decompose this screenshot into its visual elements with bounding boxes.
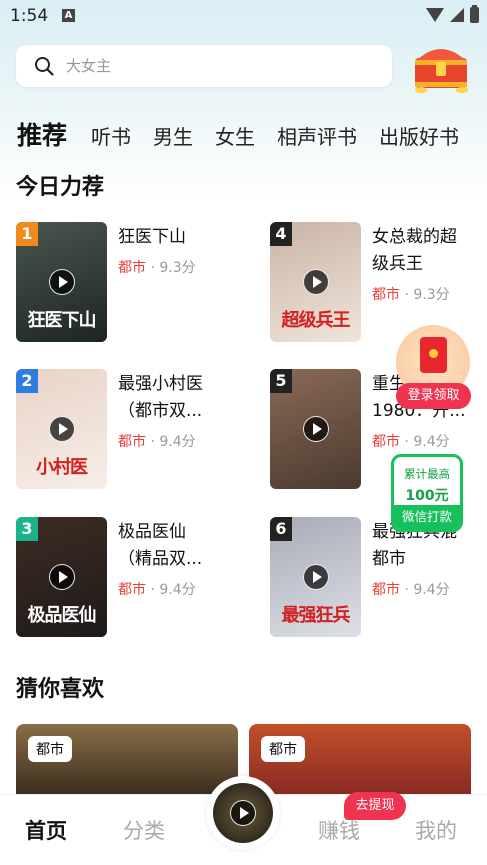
rank-badge: 2 <box>16 369 38 393</box>
play-icon <box>49 269 75 295</box>
book-cover[interactable]: 3 极品医仙 <box>16 517 107 637</box>
rank-badge: 5 <box>270 369 292 393</box>
cover-title: 极品医仙 <box>27 605 97 626</box>
category-tabs: 推荐 听书 男生 女生 相声评书 出版好书 <box>17 116 481 152</box>
tab-published[interactable]: 出版好书 <box>379 121 459 150</box>
nav-home[interactable]: 首页 <box>25 815 67 845</box>
book-item[interactable]: 6 最强狂兵 最强狂兵混 都市 都市 · 9.4分 <box>270 517 487 639</box>
book-cover[interactable]: 1 狂医下山 <box>16 222 107 342</box>
payout-caption: 累计最高 <box>404 467 450 481</box>
search-input[interactable] <box>66 45 366 87</box>
book-title: 女总裁的超 级兵王 <box>372 224 477 278</box>
book-category: 都市 <box>372 582 400 598</box>
section-title-guess: 猜你喜欢 <box>16 677 105 702</box>
nav-mine[interactable]: 我的 <box>415 815 457 845</box>
book-category: 都市 <box>118 582 146 598</box>
cover-title: 超级兵王 <box>281 310 351 331</box>
treasure-chest-icon[interactable] <box>412 42 470 94</box>
book-meta: 都市 · 9.4分 <box>372 579 450 599</box>
battery-icon <box>470 5 479 23</box>
payout-amount: 100元 <box>405 488 449 504</box>
book-title-line1: 狂医下山 <box>118 227 186 247</box>
book-category: 都市 <box>118 434 146 450</box>
book-title-line1: 最强小村医 <box>118 374 203 394</box>
cover-title: 小村医 <box>36 457 88 478</box>
book-title: 极品医仙 （精品双... <box>118 519 223 573</box>
rank-badge: 4 <box>270 222 292 246</box>
now-playing-disc[interactable] <box>206 776 280 850</box>
cover-title: 狂医下山 <box>27 310 97 331</box>
book-item[interactable]: 4 超级兵王 女总裁的超级兵王都市 · 9.3分 <box>270 222 487 344</box>
book-title-line2: 都市 <box>372 549 406 569</box>
book-item[interactable]: 3 极品医仙 极品医仙 （精品双... 都市 · 9.4分 <box>16 517 246 639</box>
book-item[interactable]: 1 狂医下山 狂医下山 都市 · 9.3分 <box>16 222 246 344</box>
search-box[interactable] <box>16 45 392 87</box>
book-score: · 9.4分 <box>146 582 196 598</box>
play-icon <box>303 564 329 590</box>
wechat-payout-widget[interactable]: 累计最高 100元 微信打款 <box>391 454 463 532</box>
recommend-card[interactable]: 都市 <box>16 724 238 794</box>
book-category: 都市 <box>372 287 400 303</box>
play-icon <box>49 564 75 590</box>
book-category: 都市 <box>372 434 400 450</box>
book-meta: 都市 · 9.4分 <box>372 431 450 451</box>
rank-badge: 6 <box>270 517 292 541</box>
book-meta: 都市 · 9.4分 <box>118 579 196 599</box>
status-time: 1:54 <box>10 6 49 26</box>
book-title-line2: 级兵王 <box>372 254 423 274</box>
status-bar: 1:54 A <box>0 0 487 34</box>
play-icon <box>303 416 329 442</box>
search-icon <box>35 57 54 76</box>
book-score: · 9.4分 <box>400 582 450 598</box>
book-item[interactable]: 2 小村医 最强小村医 （都市双... 都市 · 9.4分 <box>16 369 246 491</box>
wechat-payout-button[interactable]: 微信打款 <box>394 505 460 529</box>
rank-badge: 1 <box>16 222 38 246</box>
play-icon <box>303 269 329 295</box>
now-playing-cover <box>213 783 273 843</box>
book-title: 狂医下山 <box>118 224 223 251</box>
tab-female[interactable]: 女生 <box>215 121 255 150</box>
cover-title: 最强狂兵 <box>281 605 351 626</box>
tab-male[interactable]: 男生 <box>153 121 193 150</box>
book-cover[interactable]: 5 <box>270 369 361 489</box>
tab-audiobook[interactable]: 听书 <box>91 121 131 150</box>
book-title-line2: （精品双... <box>118 549 203 569</box>
login-claim-button[interactable]: 登录领取 <box>396 383 471 409</box>
book-title-line2: （都市双... <box>118 401 203 421</box>
rank-badge: 3 <box>16 517 38 541</box>
book-category: 都市 <box>118 260 146 276</box>
book-score: · 9.4分 <box>146 434 196 450</box>
recommend-card[interactable]: 都市 <box>249 724 471 794</box>
notification-a-icon: A <box>62 9 75 22</box>
tab-crosstalk[interactable]: 相声评书 <box>277 121 357 150</box>
book-title: 最强小村医 （都市双... <box>118 371 223 425</box>
play-icon <box>49 416 75 442</box>
book-cover[interactable]: 4 超级兵王 <box>270 222 361 342</box>
book-score: · 9.3分 <box>400 287 450 303</box>
play-icon <box>230 800 256 826</box>
book-meta: 都市 · 9.3分 <box>372 284 450 304</box>
signal-icon <box>450 8 464 22</box>
book-meta: 都市 · 9.4分 <box>118 431 196 451</box>
book-meta: 都市 · 9.3分 <box>118 257 196 277</box>
status-indicators <box>426 5 479 23</box>
red-envelope-icon <box>420 337 447 373</box>
book-score: · 9.3分 <box>146 260 196 276</box>
book-title-line1: 女总裁的超 <box>372 227 457 247</box>
tab-recommend[interactable]: 推荐 <box>17 116 67 152</box>
book-title-line1: 极品医仙 <box>118 522 186 542</box>
book-score: · 9.4分 <box>400 434 450 450</box>
book-cover[interactable]: 6 最强狂兵 <box>270 517 361 637</box>
section-title-today: 今日力荐 <box>16 175 105 200</box>
book-cover[interactable]: 2 小村医 <box>16 369 107 489</box>
nav-category[interactable]: 分类 <box>123 815 165 845</box>
withdraw-badge[interactable]: 去提现 <box>344 792 406 820</box>
category-tag: 都市 <box>28 736 72 762</box>
wifi-icon <box>426 8 444 22</box>
category-tag: 都市 <box>261 736 305 762</box>
